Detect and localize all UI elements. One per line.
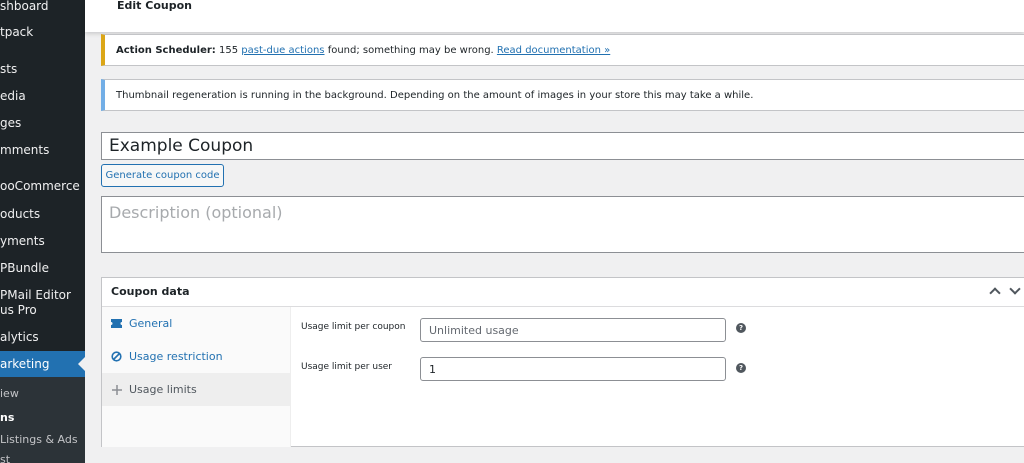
plus-icon — [111, 384, 122, 395]
help-icon[interactable]: ? — [736, 363, 746, 373]
notice-count: 155 — [218, 44, 239, 56]
menu-item-mail-editor-pro[interactable]: us Pro — [0, 297, 85, 323]
menu-item-products[interactable]: oducts — [0, 201, 85, 227]
tab-usage-limits[interactable]: Usage limits — [102, 373, 291, 406]
menu-label: PBundle — [0, 261, 50, 275]
usage-limit-per-user-input[interactable]: 1 — [420, 357, 726, 381]
menu-label: arketing — [0, 357, 50, 371]
menu-item-analytics[interactable]: alytics — [0, 324, 85, 350]
menu-label: yments — [0, 234, 45, 248]
read-documentation-link[interactable]: Read documentation » — [497, 45, 610, 56]
menu-label: mments — [0, 143, 50, 157]
menu-label: us Pro — [0, 303, 37, 317]
coupon-data-panel: Coupon data General Usage restriction Us… — [101, 277, 1024, 447]
panel-header: Coupon data — [102, 278, 1024, 307]
admin-sidebar: shboard tpack sts edia ges mments ooComm… — [0, 0, 85, 463]
menu-item-jetpack[interactable]: tpack — [0, 19, 85, 45]
marketing-submenu: iew ns Listings & Ads st — [0, 377, 85, 463]
submenu-item-fourth[interactable]: st — [0, 453, 10, 463]
tab-label: Usage restriction — [129, 350, 223, 363]
usage-limit-per-coupon-input[interactable]: Unlimited usage — [420, 318, 726, 342]
menu-item-comments[interactable]: mments — [0, 137, 85, 163]
menu-label: alytics — [0, 330, 39, 344]
menu-item-media[interactable]: edia — [0, 83, 85, 109]
menu-item-posts[interactable]: sts — [0, 56, 85, 82]
chevron-up-icon[interactable] — [989, 287, 1001, 299]
menu-item-woocommerce[interactable]: ooCommerce — [0, 173, 85, 199]
notice-text: found; something may be wrong. — [327, 44, 494, 56]
coupon-data-tabs: General Usage restriction Usage limits — [102, 307, 291, 447]
panel-title: Coupon data — [111, 285, 190, 298]
menu-item-dashboard[interactable]: shboard — [0, 0, 85, 19]
menu-label: shboard — [0, 0, 49, 13]
notice-text: Thumbnail regeneration is running in the… — [116, 89, 754, 101]
menu-item-marketing[interactable]: arketing — [0, 351, 85, 377]
menu-item-wpbundle[interactable]: PBundle — [0, 255, 85, 281]
thumbnail-regeneration-notice: Thumbnail regeneration is running in the… — [101, 79, 1024, 111]
past-due-actions-link[interactable]: past-due actions — [241, 45, 324, 56]
submenu-item-overview[interactable]: iew — [0, 387, 19, 400]
coupon-code-input[interactable]: Example Coupon — [101, 132, 1024, 160]
menu-label: ges — [0, 116, 22, 130]
chevron-down-icon[interactable] — [1009, 283, 1021, 295]
page-header: Edit Coupon — [85, 0, 1024, 32]
tab-general[interactable]: General — [102, 307, 291, 340]
menu-item-pages[interactable]: ges — [0, 110, 85, 136]
usage-limit-per-coupon-label: Usage limit per coupon — [301, 322, 406, 332]
menu-label: sts — [0, 62, 18, 76]
menu-label: ooCommerce — [0, 179, 80, 193]
submenu-item-listings-ads[interactable]: Listings & Ads — [0, 433, 78, 446]
help-icon[interactable]: ? — [736, 323, 746, 333]
ticket-icon — [111, 318, 122, 329]
action-scheduler-notice: Action Scheduler: 155 past-due actions f… — [101, 34, 1024, 66]
submenu-item-coupons[interactable]: ns — [0, 411, 14, 424]
tab-label: Usage limits — [129, 383, 197, 396]
menu-label: oducts — [0, 207, 41, 221]
notice-title: Action Scheduler: — [116, 44, 216, 56]
menu-label: tpack — [0, 25, 34, 39]
menu-label: edia — [0, 89, 26, 103]
coupon-description-textarea[interactable]: Description (optional) — [101, 196, 1024, 253]
tab-label: General — [129, 317, 173, 330]
tab-usage-restriction[interactable]: Usage restriction — [102, 340, 291, 373]
page-title: Edit Coupon — [117, 0, 192, 12]
restriction-icon — [111, 351, 122, 362]
usage-limit-per-user-label: Usage limit per user — [301, 362, 393, 372]
generate-coupon-code-button[interactable]: Generate coupon code — [101, 164, 224, 187]
menu-item-payments[interactable]: yments — [0, 228, 85, 254]
